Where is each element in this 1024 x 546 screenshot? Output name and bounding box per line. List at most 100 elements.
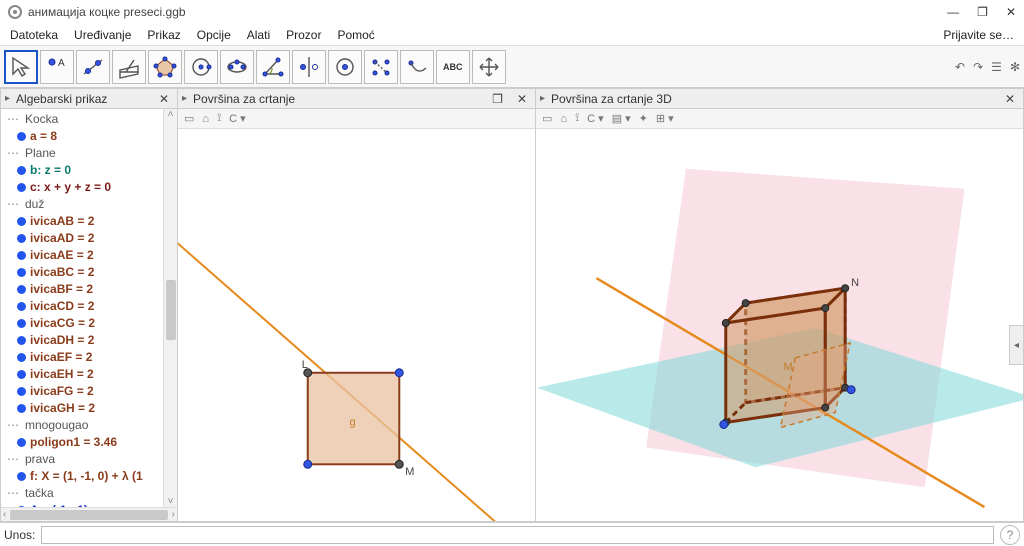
sub3d-btn-0[interactable]: ▭ [542,112,552,125]
sub3d-btn-2[interactable]: ⟟ [575,112,579,125]
algebra-item[interactable]: ivicaEH = 2 [3,366,163,383]
scroll-right-icon[interactable]: › [172,509,175,520]
algebra-item[interactable]: ivicaBF = 2 [3,281,163,298]
panel-collapse-icon[interactable]: ▸ [540,93,545,104]
tool-perpendicular[interactable] [112,50,146,84]
menu-pomoć[interactable]: Pomoć [331,26,380,44]
menu-uređivanje[interactable]: Uređivanje [68,26,137,44]
algebra-group[interactable]: Plane [3,145,163,162]
algebra-item[interactable]: poligon1 = 3.46 [3,434,163,451]
algebra-item[interactable]: ivicaBC = 2 [3,264,163,281]
sub3d-btn-4[interactable]: ▤ ▾ [612,112,631,125]
window-minimize-button[interactable]: — [947,5,959,19]
algebra-item[interactable]: ivicaAB = 2 [3,213,163,230]
window-maximize-button[interactable]: ❐ [977,5,988,19]
algebra-item[interactable]: A = (-1, -1) [3,502,163,507]
scroll-thumb[interactable] [166,280,176,340]
visibility-dot-icon[interactable] [17,387,26,396]
algebra-item[interactable]: ivicaAD = 2 [3,230,163,247]
scroll-up-icon[interactable]: ˄ [168,109,174,120]
algebra-hscrollbar[interactable]: ‹ › [1,507,177,521]
panel-collapse-icon[interactable]: ▸ [182,93,187,104]
algebra-group[interactable]: tačka [3,485,163,502]
tool-abc[interactable]: ABC [436,50,470,84]
algebra-item[interactable]: ivicaGH = 2 [3,400,163,417]
graphics3d-canvas[interactable]: N M ◂ [536,129,1023,521]
sub2d-btn-1[interactable]: ⌂ [202,113,209,125]
tool-move-view[interactable] [472,50,506,84]
input-field[interactable] [41,526,994,544]
algebra-group[interactable]: mnogougao [3,417,163,434]
menu-prikaz[interactable]: Prikaz [141,26,186,44]
sub3d-btn-6[interactable]: ⊞ ▾ [656,112,674,125]
visibility-dot-icon[interactable] [17,268,26,277]
input-help-button[interactable]: ? [1000,525,1020,545]
algebra-group[interactable]: Kocka [3,111,163,128]
sub2d-btn-2[interactable]: ⟟ [217,112,221,125]
menu-datoteka[interactable]: Datoteka [4,26,64,44]
graphics3d-side-handle[interactable]: ◂ [1009,325,1023,365]
algebra-vscrollbar[interactable]: ˄ ˅ [163,109,177,507]
tool-move[interactable] [4,50,38,84]
graphics2d-maximize[interactable]: ❐ [488,92,507,106]
tool-point[interactable]: A [40,50,74,84]
graphics3d-close[interactable]: ✕ [1001,92,1019,106]
visibility-dot-icon[interactable] [17,506,26,507]
visibility-dot-icon[interactable] [17,285,26,294]
visibility-dot-icon[interactable] [17,217,26,226]
graphics2d-canvas[interactable]: L M g [178,129,535,521]
algebra-item[interactable]: ivicaFG = 2 [3,383,163,400]
algebra-item[interactable]: b: z = 0 [3,162,163,179]
tool-polygon[interactable] [148,50,182,84]
algebra-panel-close[interactable]: ✕ [155,92,173,106]
algebra-item[interactable]: f: X = (1, -1, 0) + λ (1 [3,468,163,485]
tool-reflect[interactable] [292,50,326,84]
tool-slider[interactable] [328,50,362,84]
sub3d-btn-1[interactable]: ⌂ [560,113,567,125]
visibility-dot-icon[interactable] [17,370,26,379]
panel-collapse-icon[interactable]: ▸ [5,93,10,104]
hamburger-icon[interactable]: ☰ [991,60,1002,74]
algebra-item[interactable]: ivicaEF = 2 [3,349,163,366]
sub2d-btn-3[interactable]: C ▾ [229,112,246,125]
visibility-dot-icon[interactable] [17,132,26,141]
visibility-dot-icon[interactable] [17,404,26,413]
menu-opcije[interactable]: Opcije [191,26,237,44]
tool-ellipse[interactable] [220,50,254,84]
redo-button[interactable]: ↷ [973,60,983,74]
tool-line[interactable] [76,50,110,84]
scroll-left-icon[interactable]: ‹ [3,509,6,520]
visibility-dot-icon[interactable] [17,183,26,192]
hscroll-thumb[interactable] [10,510,167,520]
algebra-item[interactable]: ivicaDH = 2 [3,332,163,349]
sub3d-btn-3[interactable]: C ▾ [587,112,604,125]
algebra-item[interactable]: a = 8 [3,128,163,145]
menu-prozor[interactable]: Prozor [280,26,327,44]
sub3d-btn-5[interactable]: ✦ [639,112,648,125]
visibility-dot-icon[interactable] [17,353,26,362]
window-close-button[interactable]: ✕ [1006,5,1016,19]
algebra-group[interactable]: prava [3,451,163,468]
visibility-dot-icon[interactable] [17,166,26,175]
visibility-dot-icon[interactable] [17,472,26,481]
algebra-group[interactable]: duž [3,196,163,213]
sub2d-btn-0[interactable]: ▭ [184,112,194,125]
settings-gear-icon[interactable]: ✻ [1010,60,1020,74]
menu-alati[interactable]: Alati [241,26,276,44]
graphics2d-close[interactable]: ✕ [513,92,531,106]
algebra-item[interactable]: ivicaCD = 2 [3,298,163,315]
undo-button[interactable]: ↶ [955,60,965,74]
visibility-dot-icon[interactable] [17,438,26,447]
visibility-dot-icon[interactable] [17,319,26,328]
signin-link[interactable]: Prijavite se… [943,28,1020,42]
algebra-item[interactable]: ivicaCG = 2 [3,315,163,332]
tool-angle[interactable] [256,50,290,84]
tool-locus[interactable] [400,50,434,84]
visibility-dot-icon[interactable] [17,336,26,345]
scroll-down-icon[interactable]: ˅ [168,496,174,507]
algebra-item[interactable]: c: x + y + z = 0 [3,179,163,196]
tool-circle[interactable] [184,50,218,84]
visibility-dot-icon[interactable] [17,302,26,311]
tool-text[interactable] [364,50,398,84]
visibility-dot-icon[interactable] [17,251,26,260]
